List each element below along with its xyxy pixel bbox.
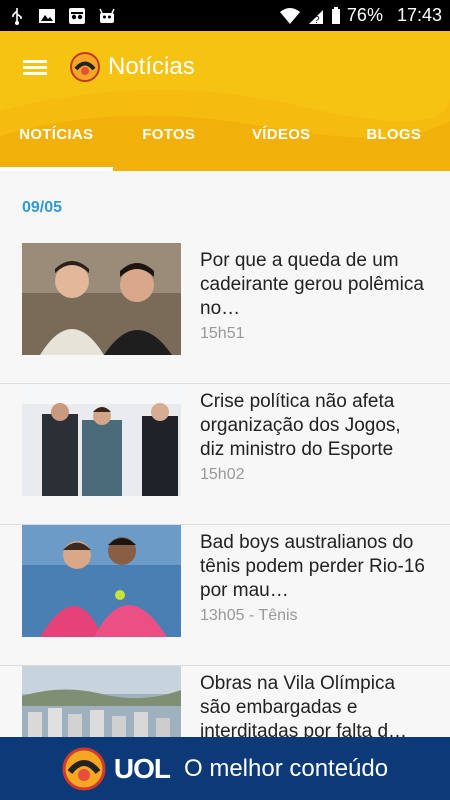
tab-blogs[interactable]: BLOGS [338,103,450,171]
news-headline: Crise política não afeta organização dos… [200,391,401,460]
clock: 17:43 [396,5,442,25]
uol-logo-icon [70,52,100,82]
tab-noticias[interactable]: NOTÍCIAS [0,103,113,171]
news-headline: Obras na Vila Olímpica são embargadas e … [200,673,408,737]
tab-bar: NOTÍCIAS FOTOS VÍDEOS BLOGS [0,103,450,171]
news-thumbnail [22,525,181,637]
status-bar: ? 76% 17:43 [0,0,450,31]
news-thumbnail [22,666,181,737]
tab-videos[interactable]: VÍDEOS [225,103,338,171]
news-headline: Por que a queda de um cadeirante gerou p… [200,250,424,319]
uol-logo-icon [62,747,106,790]
uol-footer-banner[interactable]: UOL O melhor conteúdo [0,737,450,800]
signal-icon: ? [308,9,323,25]
news-item[interactable]: Crise política não afeta organização dos… [0,384,450,525]
news-item[interactable]: Obras na Vila Olímpica são embargadas e … [0,666,450,737]
battery-icon [331,6,340,24]
news-time: 13h05 - Tênis [200,607,298,624]
brand-tagline: O melhor conteúdo [183,754,389,782]
menu-button[interactable] [0,31,70,103]
usb-icon [12,7,22,25]
brand-name: UOL [113,752,171,784]
incognito-icon [69,7,85,24]
news-item[interactable]: Por que a queda de um cadeirante gerou p… [0,243,450,384]
news-feed: 09/05 Por que a queda de um cadeirante g… [0,171,450,737]
wifi-icon [279,7,300,24]
news-time: 15h51 [200,325,245,342]
battery-percent: 76% [346,5,383,25]
android-icon [99,8,115,23]
menu-icon [23,57,47,78]
svg-text:?: ? [314,15,320,25]
feed-date: 09/05 [22,199,63,216]
news-item[interactable]: Bad boys australianos do tênis podem per… [0,525,450,666]
news-thumbnail [22,243,181,355]
news-thumbnail [22,384,181,496]
tab-fotos[interactable]: FOTOS [113,103,226,171]
image-icon [39,8,55,23]
app-bar: Notícias NOTÍCIAS FOTOS VÍDEOS BLOGS [0,31,450,171]
page-title: Notícias [108,53,195,80]
news-headline: Bad boys australianos do tênis podem per… [200,532,425,601]
news-time: 15h02 [200,466,245,483]
